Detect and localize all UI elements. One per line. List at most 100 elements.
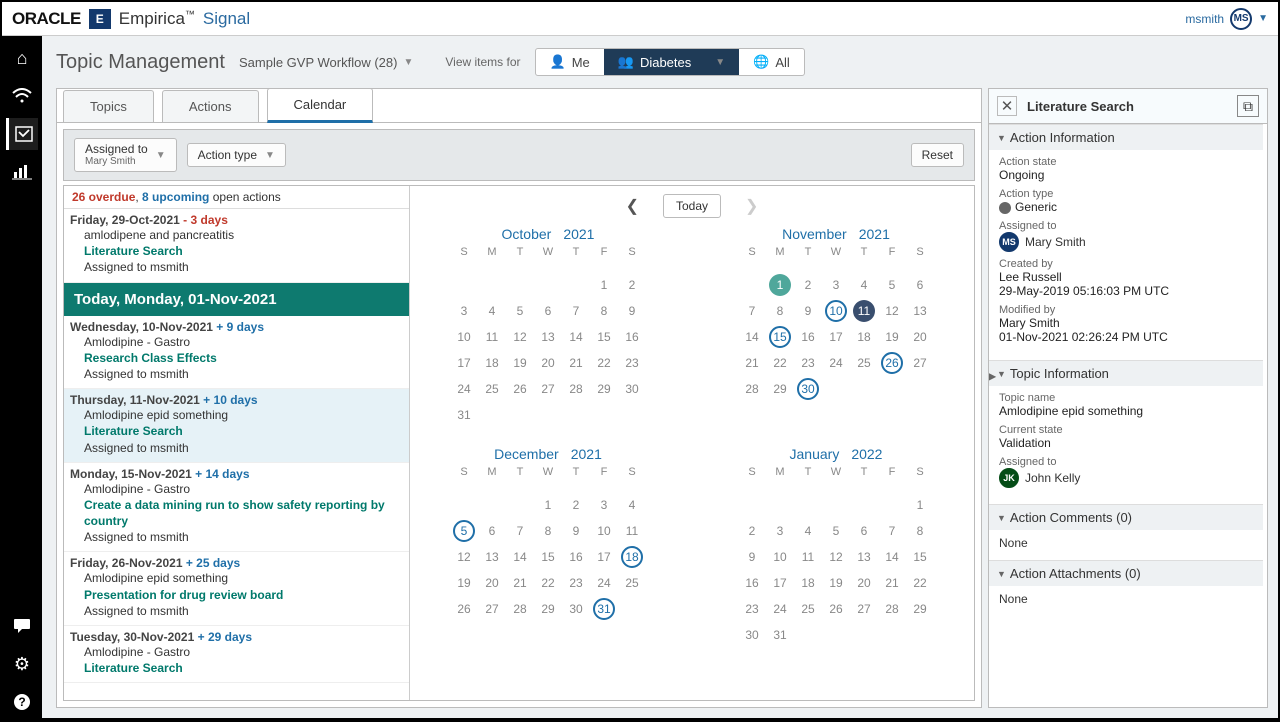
calendar-day[interactable]: 2	[618, 272, 646, 298]
calendar-day[interactable]: 6	[478, 518, 506, 544]
calendar-day[interactable]: 1	[590, 272, 618, 298]
calendar-day[interactable]: 22	[906, 570, 934, 596]
calendar-day[interactable]: 15	[769, 326, 791, 348]
action-line[interactable]: Presentation for drug review board	[70, 587, 403, 603]
calendar-day[interactable]: 19	[506, 350, 534, 376]
user-menu[interactable]: msmith MS ▼	[1185, 8, 1268, 30]
calendar-day[interactable]: 5	[878, 272, 906, 298]
calendar-day[interactable]: 23	[794, 350, 822, 376]
action-date-block[interactable]: Friday, 29-Oct-2021 - 3 daysamlodipene a…	[64, 209, 409, 283]
calendar-day[interactable]: 3	[450, 298, 478, 324]
calendar-day[interactable]: 7	[738, 298, 766, 324]
open-external-icon[interactable]: ⧉	[1237, 95, 1259, 117]
action-line[interactable]: Research Class Effects	[70, 350, 403, 366]
calendar-day[interactable]: 27	[906, 350, 934, 376]
calendar-day[interactable]: 11	[853, 300, 875, 322]
calendar-day[interactable]: 20	[850, 570, 878, 596]
calendar-day[interactable]: 24	[766, 596, 794, 622]
calendar-day[interactable]: 19	[822, 570, 850, 596]
calendar-day[interactable]: 10	[825, 300, 847, 322]
calendar-day[interactable]: 15	[906, 544, 934, 570]
calendar-day[interactable]: 28	[878, 596, 906, 622]
filter-reset-button[interactable]: Reset	[911, 143, 964, 167]
calendar-day[interactable]: 13	[478, 544, 506, 570]
calendar-day[interactable]: 4	[618, 492, 646, 518]
calendar-day[interactable]: 11	[618, 518, 646, 544]
calendar-day[interactable]: 3	[822, 272, 850, 298]
calendar-day[interactable]: 18	[794, 570, 822, 596]
calendar-day[interactable]: 19	[878, 324, 906, 350]
chart-icon[interactable]	[6, 156, 38, 188]
action-list[interactable]: Friday, 29-Oct-2021 - 3 daysamlodipene a…	[64, 209, 409, 700]
calendar-day[interactable]: 5	[506, 298, 534, 324]
calendar-day[interactable]: 2	[738, 518, 766, 544]
calendar-day[interactable]: 13	[534, 324, 562, 350]
action-line[interactable]: Create a data mining run to show safety …	[70, 497, 403, 529]
calendar-day[interactable]: 31	[450, 402, 478, 428]
prev-month-button[interactable]: ❮	[618, 192, 647, 220]
action-line[interactable]: Literature Search	[70, 423, 403, 439]
calendar-day[interactable]: 22	[766, 350, 794, 376]
action-date-block[interactable]: Tuesday, 30-Nov-2021 + 29 daysAmlodipine…	[64, 626, 409, 683]
calendar-day[interactable]: 21	[738, 350, 766, 376]
action-date-block[interactable]: Wednesday, 10-Nov-2021 + 9 daysAmlodipin…	[64, 316, 409, 390]
action-line[interactable]: Literature Search	[70, 660, 403, 676]
calendar-day[interactable]: 30	[738, 622, 766, 648]
calendar-day[interactable]: 23	[738, 596, 766, 622]
calendar-day[interactable]: 26	[881, 352, 903, 374]
calendar-day[interactable]: 21	[562, 350, 590, 376]
calendar-day[interactable]: 27	[534, 376, 562, 402]
filter-assigned-to[interactable]: Assigned toMary Smith ▼	[74, 138, 177, 172]
calendar-day[interactable]: 27	[850, 596, 878, 622]
next-month-button[interactable]: ❯	[737, 192, 766, 220]
calendar-day[interactable]: 14	[506, 544, 534, 570]
calendar-day[interactable]: 29	[906, 596, 934, 622]
calendar-day[interactable]: 24	[590, 570, 618, 596]
calendar-day[interactable]: 6	[906, 272, 934, 298]
section-action-info[interactable]: ▼Action Information	[989, 125, 1263, 150]
calendar-day[interactable]: 28	[562, 376, 590, 402]
calendar-day[interactable]: 25	[794, 596, 822, 622]
close-icon[interactable]: ✕	[997, 96, 1017, 116]
calendar-day[interactable]: 16	[794, 324, 822, 350]
calendar-day[interactable]: 13	[850, 544, 878, 570]
action-date-block[interactable]: Friday, 26-Nov-2021 + 25 daysAmlodipine …	[64, 552, 409, 626]
gear-icon[interactable]: ⚙	[6, 648, 38, 680]
calendar-day[interactable]: 17	[590, 544, 618, 570]
calendar-day[interactable]: 20	[534, 350, 562, 376]
calendar-day[interactable]: 17	[766, 570, 794, 596]
calendar-day[interactable]: 7	[878, 518, 906, 544]
tab-calendar[interactable]: Calendar	[267, 88, 374, 123]
calendar-day[interactable]: 8	[534, 518, 562, 544]
calendar-day[interactable]: 9	[794, 298, 822, 324]
calendar-day[interactable]: 13	[906, 298, 934, 324]
calendar-day[interactable]: 24	[822, 350, 850, 376]
calendar-day[interactable]: 6	[534, 298, 562, 324]
calendar-day[interactable]: 10	[766, 544, 794, 570]
calendar-day[interactable]: 26	[450, 596, 478, 622]
calendar-day[interactable]: 31	[593, 598, 615, 620]
calendar-day[interactable]: 1	[906, 492, 934, 518]
calendar-day[interactable]: 8	[906, 518, 934, 544]
calendar-day[interactable]: 1	[769, 274, 791, 296]
calendar-day[interactable]: 5	[453, 520, 475, 542]
calendar-day[interactable]: 12	[822, 544, 850, 570]
calendar-day[interactable]: 4	[794, 518, 822, 544]
calendar-day[interactable]: 12	[450, 544, 478, 570]
calendar-day[interactable]: 7	[506, 518, 534, 544]
calendar-day[interactable]: 28	[738, 376, 766, 402]
action-date-block[interactable]: Thursday, 11-Nov-2021 + 10 daysAmlodipin…	[64, 389, 409, 463]
calendar-day[interactable]: 8	[766, 298, 794, 324]
calendar-day[interactable]: 22	[590, 350, 618, 376]
calendar-day[interactable]: 17	[450, 350, 478, 376]
action-date-block[interactable]: Monday, 15-Nov-2021 + 14 daysAmlodipine …	[64, 463, 409, 553]
calendar-day[interactable]: 21	[506, 570, 534, 596]
filter-action-type[interactable]: Action type▼	[187, 143, 286, 167]
calendar-day[interactable]: 15	[534, 544, 562, 570]
calendar-day[interactable]: 16	[618, 324, 646, 350]
today-button[interactable]: Today	[663, 194, 721, 218]
calendar-day[interactable]: 2	[794, 272, 822, 298]
calendar-day[interactable]: 11	[478, 324, 506, 350]
calendar-day[interactable]: 14	[562, 324, 590, 350]
calendar-day[interactable]: 7	[562, 298, 590, 324]
